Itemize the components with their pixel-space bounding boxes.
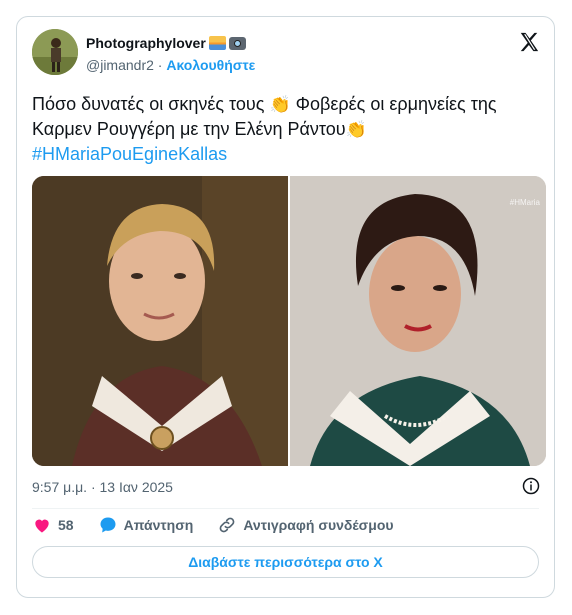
camera-emoji-icon [228, 36, 246, 50]
hashtag-link[interactable]: #HMariaPouEgineKallas [32, 142, 537, 167]
follow-link[interactable]: Ακολουθήστε [166, 57, 255, 73]
sunset-emoji-icon [208, 36, 226, 50]
media-gallery: #HMaria [32, 176, 546, 466]
speech-bubble-icon [100, 517, 116, 533]
tweet-text: Πόσο δυνατές οι σκηνές τους 👏 Φοβερές οι… [32, 92, 537, 167]
copy-link-label: Αντιγραφή συνδέσμου [243, 517, 394, 533]
like-button[interactable]: 58 [32, 515, 74, 535]
author-display-name[interactable]: Photographylover [86, 35, 206, 51]
clapping-hands-icon: 👏 [345, 120, 367, 139]
reply-label: Απάντηση [123, 517, 194, 533]
author-handle[interactable]: @jimandr2 [86, 57, 154, 73]
handle-separator: · [157, 57, 163, 73]
copy-link-button[interactable]: Αντιγραφή συνδέσμου [217, 515, 394, 535]
tweet-actions: 58 Απάντηση Αντιγραφή συνδέσμου [32, 515, 418, 535]
photo-woman-updo[interactable]: #HMaria [290, 176, 546, 466]
x-logo-icon[interactable] [518, 31, 540, 53]
avatar[interactable] [32, 29, 78, 75]
actions-divider [32, 508, 539, 509]
author-handle-row: @jimandr2 · Ακολουθήστε [86, 57, 255, 73]
image-watermark: #HMaria [509, 198, 540, 207]
heart-icon [35, 519, 49, 533]
read-more-button[interactable]: Διαβάστε περισσότερα στο X [32, 546, 539, 578]
info-icon[interactable] [522, 477, 540, 495]
tweet-timestamp[interactable]: 9:57 μ.μ. · 13 Ιαν 2025 [32, 479, 173, 495]
like-count: 58 [58, 517, 74, 533]
photo-elderly-woman[interactable] [32, 176, 288, 466]
tweet-text-part1: Πόσο δυνατές οι σκηνές τους [32, 94, 265, 114]
author-name-row[interactable]: Photographylover [86, 35, 246, 51]
clapping-hands-icon: 👏 [269, 95, 291, 114]
reply-button[interactable]: Απάντηση [98, 515, 194, 535]
link-icon [219, 517, 235, 533]
tweet-card: Photographylover @jimandr2 · Ακολουθήστε… [16, 16, 555, 598]
